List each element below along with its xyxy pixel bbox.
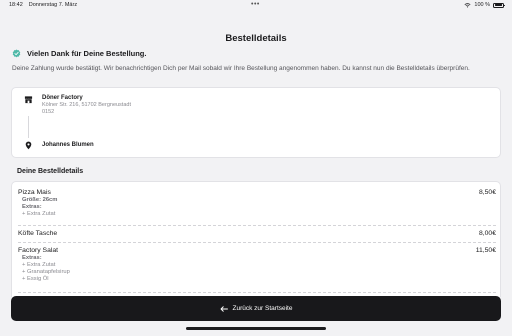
item-name: Köfte Tasche bbox=[18, 230, 58, 237]
status-left: 18:42 Donnerstag 7. März bbox=[9, 2, 77, 8]
item-price: 8,00€ bbox=[478, 230, 496, 237]
confirmation-title: Vielen Dank für Deine Bestellung. bbox=[27, 49, 147, 58]
check-shield-icon bbox=[12, 49, 21, 58]
item-option: + Extra Zutat bbox=[22, 211, 56, 217]
status-date: Donnerstag 7. März bbox=[28, 2, 78, 8]
item-price: 11,50€ bbox=[475, 247, 496, 254]
order-item-pizza-mais: Pizza Mais 8,50€ Größe: 26cm Extras: + E… bbox=[18, 189, 496, 218]
confirmation-message: Deine Zahlung wurde bestätigt. Wir benac… bbox=[12, 65, 470, 72]
customer-address: Johannes Blumen bbox=[24, 140, 94, 150]
home-indicator[interactable] bbox=[186, 327, 326, 330]
item-price: 8,50€ bbox=[478, 189, 496, 196]
back-button-label: Zurück zur Startseite bbox=[232, 305, 293, 312]
status-right: 100 % bbox=[464, 2, 505, 8]
item-name: Pizza Mais bbox=[18, 189, 51, 196]
back-to-home-button[interactable]: Zurück zur Startseite bbox=[11, 296, 501, 321]
arrow-left-icon bbox=[220, 305, 228, 312]
address-card: Döner Factory Kölner Str. 216, 51702 Ber… bbox=[11, 87, 501, 158]
restaurant-address: Döner Factory Kölner Str. 216, 51702 Ber… bbox=[24, 94, 131, 116]
item-option: + Essig Öl bbox=[22, 276, 49, 282]
item-option: Extras: bbox=[22, 255, 42, 261]
item-divider bbox=[18, 292, 496, 293]
restaurant-street: Kölner Str. 216, 51702 Bergneustadt bbox=[42, 102, 131, 108]
address-connector bbox=[28, 116, 29, 138]
item-name: Factory Salat bbox=[18, 247, 59, 254]
item-divider bbox=[18, 242, 496, 243]
item-option: Extras: bbox=[22, 204, 42, 210]
status-bar: 18:42 Donnerstag 7. März ••• 100 % bbox=[0, 0, 512, 11]
order-item-koefte-tasche: Köfte Tasche 8,00€ bbox=[18, 230, 496, 238]
restaurant-extra: 0152 bbox=[42, 109, 55, 115]
battery-icon bbox=[493, 2, 505, 8]
item-option: + Extra Zutat bbox=[22, 262, 56, 268]
restaurant-text: Döner Factory Kölner Str. 216, 51702 Ber… bbox=[42, 94, 131, 116]
status-time: 18:42 bbox=[9, 2, 23, 8]
battery-percentage: 100 % bbox=[474, 2, 490, 8]
page-title: Bestelldetails bbox=[225, 33, 287, 44]
restaurant-name: Döner Factory bbox=[42, 95, 83, 101]
order-items-card[interactable]: Pizza Mais 8,50€ Größe: 26cm Extras: + E… bbox=[11, 181, 501, 297]
item-option: Größe: 26cm bbox=[22, 197, 58, 203]
order-section-title: Deine Bestelldetails bbox=[17, 168, 84, 175]
order-item-factory-salat: Factory Salat 11,50€ Extras: + Extra Zut… bbox=[18, 247, 496, 283]
item-divider bbox=[18, 225, 496, 226]
wifi-icon bbox=[464, 2, 471, 8]
confirmation-row: Vielen Dank für Deine Bestellung. bbox=[12, 49, 146, 58]
customer-name: Johannes Blumen bbox=[42, 142, 94, 148]
store-icon bbox=[24, 96, 33, 104]
multitasking-dots[interactable]: ••• bbox=[251, 1, 260, 8]
item-option: + Granatapfelsirup bbox=[22, 269, 70, 275]
location-pin-icon bbox=[25, 141, 32, 150]
